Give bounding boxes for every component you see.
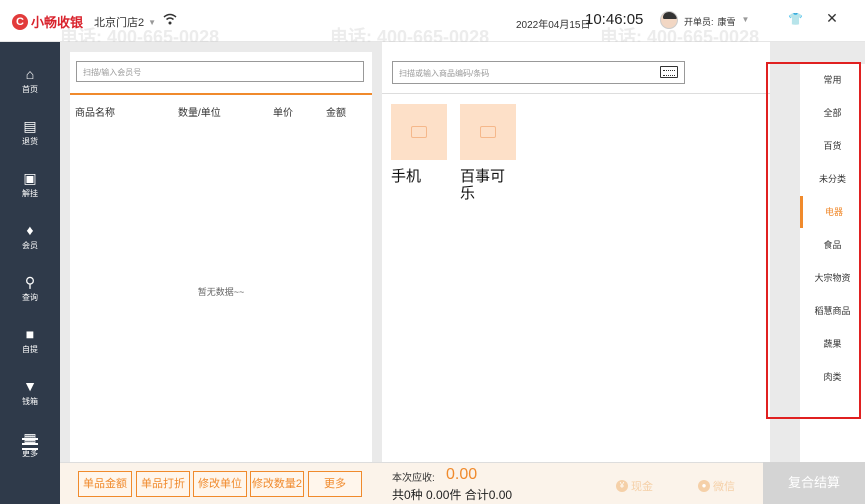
bottom-bar: 单品金额 单品打折 修改单位 修改数量2 更多 本次应收: 0.00 共0种 0… [60, 462, 770, 504]
column-unit-price: 单价 [273, 108, 293, 119]
search-icon: ⚲ [24, 274, 36, 290]
goods-search-input[interactable]: 扫描或输入商品编码/条码 [392, 61, 685, 84]
divider [382, 93, 770, 94]
pickup-icon: ■ [25, 326, 35, 342]
sidebar: ⌂ 首页 ▤ 退货 ▣ 解挂 ♦ 会员 ⚲ 查询 ■ 自提 ▼ 钱箱 ▦ 更多 [0, 42, 60, 504]
more-button[interactable]: 更多 [308, 471, 362, 497]
product-image [391, 104, 447, 160]
checkout-button[interactable]: 复合结算 [763, 462, 865, 504]
item-amount-button[interactable]: 单品金额 [78, 471, 132, 497]
cashier-selector[interactable]: 开单员: 康雪 ▼ [684, 15, 749, 28]
sidebar-item-label: 自提 [22, 345, 38, 354]
member-icon: ♦ [26, 222, 34, 238]
product-image [460, 104, 516, 160]
cash-pay-button[interactable]: ¥ 现金 [616, 478, 653, 494]
wechat-icon: ● [698, 480, 710, 492]
cashier-label: 开单员: [684, 17, 714, 27]
highlight-box [766, 62, 861, 419]
sidebar-item-query[interactable]: ⚲ 查询 [0, 268, 60, 316]
cashier-name: 康雪 [717, 17, 736, 27]
amount-due-value: 0.00 [446, 466, 478, 483]
sidebar-item-label: 解挂 [22, 189, 38, 198]
current-date: 2022年04月15日 [516, 20, 591, 31]
close-icon[interactable]: ✕ [825, 11, 839, 25]
image-placeholder-icon [411, 126, 427, 138]
amount-due-label: 本次应收: [392, 473, 435, 484]
sidebar-item-return[interactable]: ▤ 退货 [0, 112, 60, 160]
divider [70, 93, 372, 95]
cart-panel: 扫描/输入会员号 商品名称 数量/单位 单价 金额 暂无数据~~ [60, 42, 372, 462]
store-selector[interactable]: 北京门店2 ▼ [94, 14, 156, 30]
sidebar-item-pickup[interactable]: ■ 自提 [0, 320, 60, 368]
chevron-down-icon: ▼ [741, 15, 750, 24]
logo-icon: C [12, 13, 28, 30]
app-logo: C 小畅收银 [12, 12, 83, 31]
product-name: 手机 [391, 168, 422, 185]
store-name: 北京门店2 [94, 17, 145, 29]
sidebar-item-label: 会员 [22, 241, 38, 250]
wechat-pay-button[interactable]: ● 微信 [698, 478, 735, 494]
goods-panel: 扫描或输入商品编码/条码 手机 百事可乐 [382, 42, 770, 462]
member-input[interactable]: 扫描/输入会员号 [76, 61, 364, 82]
sidebar-item-cashbox[interactable]: ▼ 钱箱 [0, 372, 60, 420]
image-placeholder-icon [480, 126, 496, 138]
cashbox-icon: ▼ [23, 378, 37, 394]
wifi-icon [163, 13, 177, 25]
wechat-label: 微信 [713, 481, 735, 493]
unhold-icon: ▣ [23, 170, 37, 186]
sidebar-item-label: 首页 [22, 85, 38, 94]
sidebar-item-label: 钱箱 [22, 397, 38, 406]
sidebar-item-label: 退货 [22, 137, 38, 146]
product-card[interactable]: 百事可乐 [460, 104, 516, 202]
sidebar-item-member[interactable]: ♦ 会员 [0, 216, 60, 264]
chevron-down-icon: ▼ [148, 17, 157, 27]
column-quantity-unit: 数量/单位 [178, 108, 221, 119]
keyboard-icon[interactable] [660, 66, 678, 78]
app-name: 小畅收银 [31, 15, 84, 30]
sidebar-item-home[interactable]: ⌂ 首页 [0, 60, 60, 108]
item-discount-button[interactable]: 单品打折 [136, 471, 190, 497]
panel-divider [372, 42, 382, 462]
goods-search-placeholder: 扫描或输入商品编码/条码 [399, 69, 490, 78]
home-icon: ⌂ [25, 66, 35, 82]
current-time: 10:46:05 [585, 11, 644, 28]
cart-content: 扫描/输入会员号 商品名称 数量/单位 单价 金额 暂无数据~~ [70, 52, 372, 462]
avatar[interactable] [660, 11, 678, 29]
empty-state: 暂无数据~~ [197, 287, 245, 297]
skin-icon[interactable]: 👕 [788, 12, 803, 26]
cash-label: 现金 [631, 481, 653, 493]
order-summary: 共0种 0.00件 合计0.00 [392, 488, 513, 502]
change-unit-button[interactable]: 修改单位 [193, 471, 247, 497]
return-icon: ▤ [23, 118, 37, 134]
title-bar: C 小畅收银 北京门店2 ▼ 2022年04月15日 10:46:05 开单员:… [0, 0, 865, 42]
menu-icon[interactable] [22, 438, 38, 452]
column-amount: 金额 [326, 108, 346, 119]
sidebar-item-label: 查询 [22, 293, 38, 302]
cart-table-header: 商品名称 数量/单位 单价 金额 [70, 104, 372, 122]
sidebar-item-unhold[interactable]: ▣ 解挂 [0, 164, 60, 212]
product-name: 百事可乐 [460, 168, 506, 202]
column-product-name: 商品名称 [75, 108, 115, 119]
product-card[interactable]: 手机 [391, 104, 447, 185]
cash-icon: ¥ [616, 480, 628, 492]
change-quantity-button[interactable]: 修改数量2 [250, 471, 304, 497]
